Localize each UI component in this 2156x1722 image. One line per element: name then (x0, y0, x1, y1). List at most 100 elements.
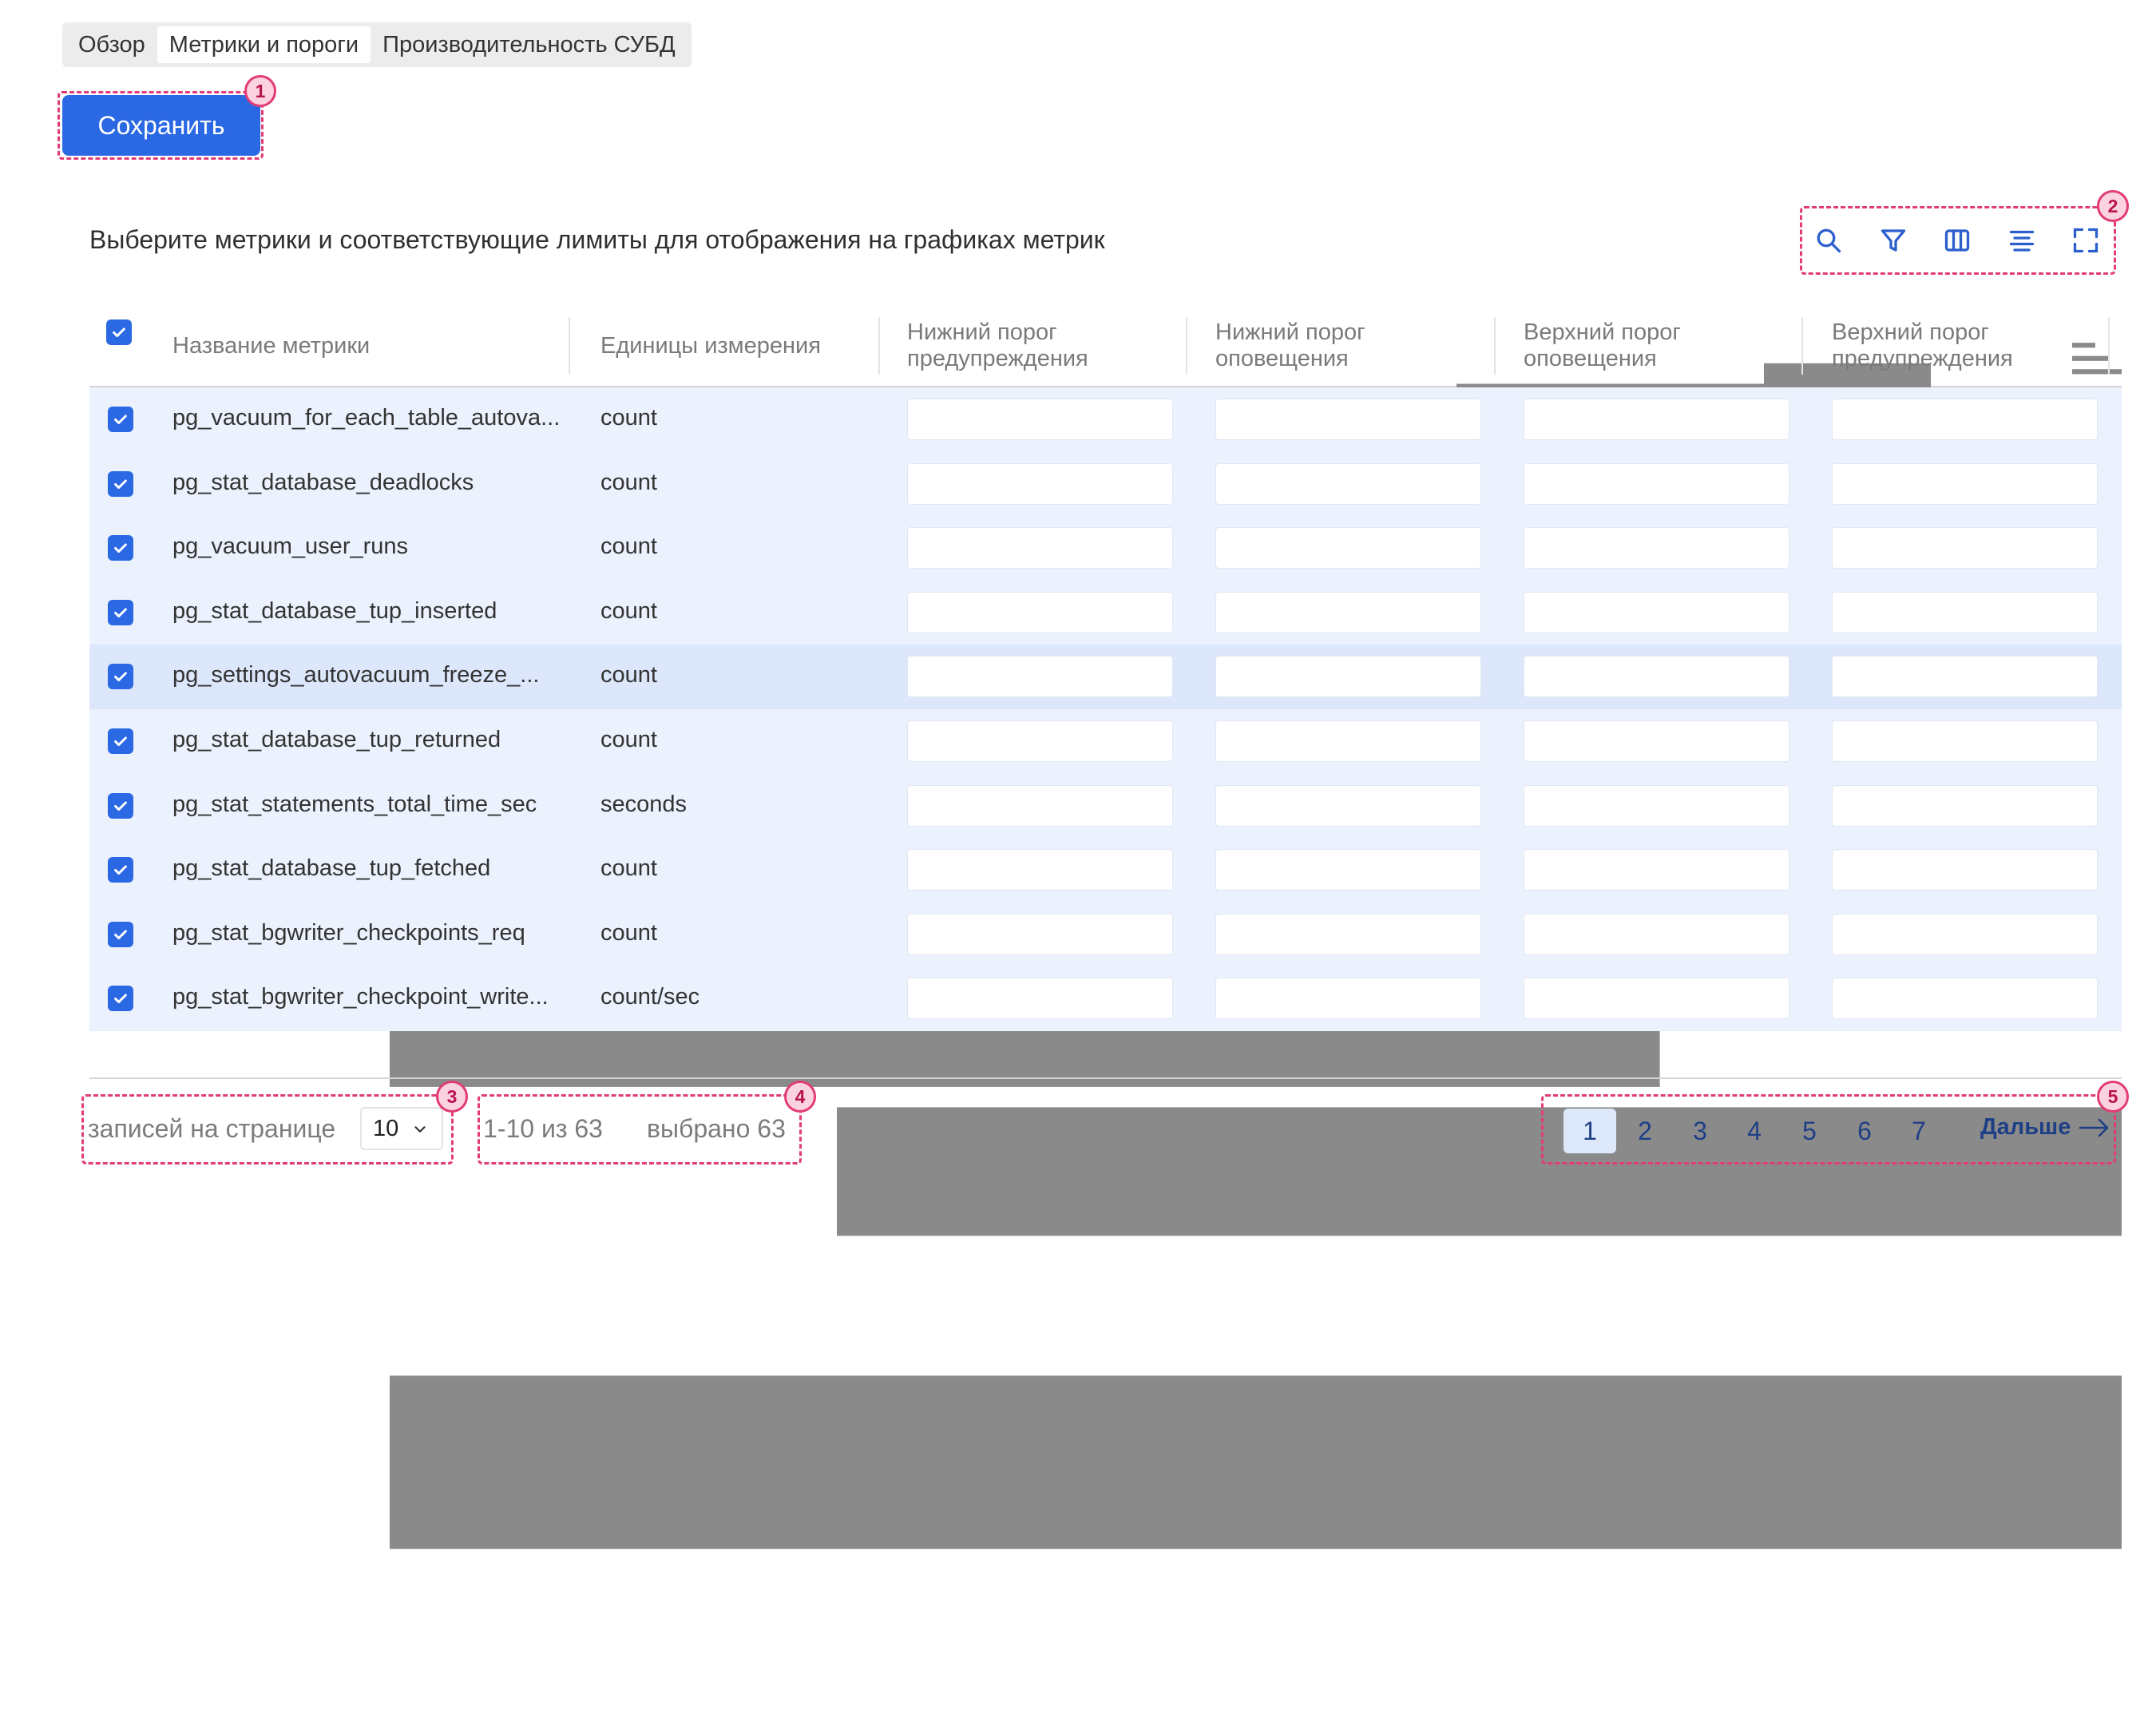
metric-unit: count (600, 662, 657, 688)
column-header-lower-warning[interactable]: Нижний порог предупреждения (907, 306, 1115, 386)
table-body: pg_vacuum_for_each_table_autova... count… (89, 387, 2122, 1031)
lower-alert-input[interactable] (1215, 462, 1481, 505)
upper-alert-input[interactable] (1524, 527, 1789, 569)
row-checkbox[interactable] (108, 728, 133, 754)
lower-alert-input[interactable] (1215, 784, 1481, 827)
lower-warning-input[interactable] (907, 784, 1173, 827)
table-row: pg_vacuum_user_runs count (89, 516, 2122, 581)
metric-name: pg_stat_bgwriter_checkpoint_write... (172, 984, 549, 1010)
column-header-lower-alert[interactable]: Нижний порог оповещения (1215, 306, 1423, 386)
callout-badge-5: 5 (2097, 1081, 2129, 1113)
row-checkbox[interactable] (108, 470, 133, 497)
upper-alert-input[interactable] (1524, 849, 1789, 891)
lower-warning-input[interactable] (907, 527, 1173, 569)
lower-warning-input[interactable] (907, 462, 1173, 505)
upper-warning-input[interactable] (1832, 591, 2098, 633)
column-header-upper-alert[interactable]: Верхний порог оповещения (1524, 306, 1731, 386)
metric-unit: count/sec (600, 984, 700, 1010)
lower-warning-input[interactable] (907, 978, 1173, 1020)
column-header-units[interactable]: Единицы измерения (600, 306, 821, 386)
column-header-label: Верхний порог оповещения (1524, 319, 1681, 371)
metric-name: pg_vacuum_user_runs (172, 534, 409, 560)
column-header-metric-name[interactable]: Название метрики (172, 306, 370, 386)
upper-alert-input[interactable] (1524, 720, 1789, 762)
callout-frame-4 (478, 1094, 802, 1165)
page-description: Выберите метрики и соответствующие лимит… (89, 225, 1105, 254)
metric-unit: count (600, 405, 657, 430)
column-header-label: Верхний порог предупреждения (1832, 319, 2013, 371)
row-checkbox[interactable] (108, 599, 133, 625)
metric-name: pg_vacuum_for_each_table_autova... (172, 405, 561, 430)
row-checkbox[interactable] (108, 792, 133, 819)
upper-warning-input[interactable] (1832, 720, 2098, 762)
lower-warning-input[interactable] (907, 399, 1173, 440)
metric-unit: count (600, 919, 657, 946)
column-header-label: Нижний порог оповещения (1215, 319, 1365, 371)
upper-alert-input[interactable] (1524, 656, 1789, 698)
metrics-table: Название метрики Единицы измерения Нижни… (89, 306, 2122, 1549)
metric-unit: seconds (600, 791, 688, 817)
column-header-label: Название метрики (172, 332, 371, 359)
table-header: Название метрики Единицы измерения Нижни… (89, 306, 2122, 1549)
callout-badge-1: 1 (244, 75, 276, 107)
upper-warning-input[interactable] (1832, 978, 2098, 1020)
metric-name: pg_stat_database_tup_returned (172, 726, 501, 752)
lower-alert-input[interactable] (1215, 720, 1481, 762)
lower-alert-input[interactable] (1215, 978, 1481, 1020)
lower-alert-input[interactable] (1215, 399, 1481, 440)
upper-alert-input[interactable] (1524, 462, 1789, 505)
lower-alert-input[interactable] (1215, 849, 1481, 891)
sort-icon[interactable] (2072, 339, 2122, 379)
upper-warning-input[interactable] (1832, 656, 2098, 698)
upper-alert-input[interactable] (1524, 784, 1789, 827)
callout-badge-2: 2 (2097, 190, 2129, 222)
lower-alert-input[interactable] (1215, 656, 1481, 698)
metric-name: pg_stat_database_deadlocks (172, 469, 474, 495)
upper-alert-input[interactable] (1524, 978, 1789, 1020)
column-divider (878, 317, 880, 375)
column-divider (1186, 317, 1187, 375)
lower-warning-input[interactable] (907, 656, 1173, 698)
metric-unit: count (600, 597, 657, 624)
upper-warning-input[interactable] (1832, 527, 2098, 569)
callout-badge-3: 3 (436, 1081, 468, 1113)
column-divider (2108, 317, 2110, 375)
lower-warning-input[interactable] (907, 913, 1173, 955)
table-row: pg_vacuum_for_each_table_autova... count (89, 387, 2122, 452)
column-header-label: Единицы измерения (600, 332, 821, 359)
upper-warning-input[interactable] (1832, 913, 2098, 955)
tab-metrics-thresholds[interactable]: Метрики и пороги (157, 26, 371, 63)
tab-overview[interactable]: Обзор (66, 26, 157, 63)
upper-alert-input[interactable] (1524, 913, 1789, 955)
select-all-checkbox[interactable] (106, 319, 132, 345)
upper-warning-input[interactable] (1832, 849, 2098, 891)
upper-warning-input[interactable] (1832, 399, 2098, 440)
lower-warning-input[interactable] (907, 720, 1173, 762)
tab-dbms-performance[interactable]: Производительность СУБД (371, 26, 688, 63)
row-checkbox[interactable] (108, 664, 133, 690)
column-divider (1494, 317, 1496, 375)
upper-warning-input[interactable] (1832, 462, 2098, 505)
lower-alert-input[interactable] (1215, 591, 1481, 633)
callout-frame-2 (1800, 206, 2116, 275)
table-row: pg_stat_database_tup_inserted count (89, 580, 2122, 645)
row-checkbox[interactable] (108, 535, 133, 561)
table-row: pg_stat_database_deadlocks count (89, 451, 2122, 517)
lower-warning-input[interactable] (907, 591, 1173, 633)
row-checkbox[interactable] (108, 921, 133, 947)
callout-frame-3 (81, 1094, 454, 1165)
row-checkbox[interactable] (108, 986, 133, 1012)
row-checkbox[interactable] (108, 857, 133, 883)
lower-alert-input[interactable] (1215, 527, 1481, 569)
metric-unit: count (600, 534, 657, 560)
metric-name: pg_stat_database_tup_fetched (172, 855, 491, 882)
callout-frame-5 (1541, 1094, 2116, 1165)
lower-warning-input[interactable] (907, 849, 1173, 891)
lower-alert-input[interactable] (1215, 913, 1481, 955)
upper-alert-input[interactable] (1524, 591, 1789, 633)
row-checkbox[interactable] (108, 407, 133, 432)
column-header-upper-warning[interactable]: Верхний порог предупреждения (1832, 306, 2039, 386)
footer-divider (89, 1077, 2122, 1079)
upper-warning-input[interactable] (1832, 784, 2098, 827)
upper-alert-input[interactable] (1524, 399, 1789, 440)
